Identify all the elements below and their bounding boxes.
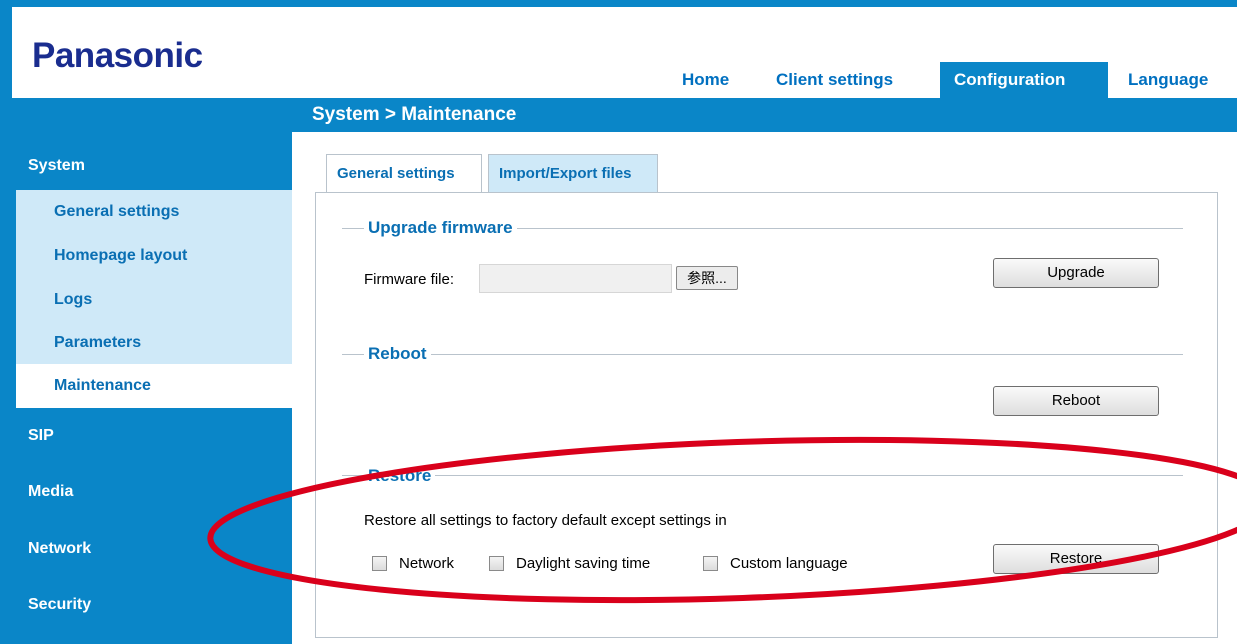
sidebar-subitem-parameters[interactable]: Parameters bbox=[12, 321, 292, 365]
sidebar-item-media[interactable]: Media bbox=[12, 464, 292, 520]
tab-general-settings[interactable]: General settings bbox=[326, 154, 482, 192]
network-checkbox-label: Network bbox=[399, 555, 455, 572]
nav-client-settings[interactable]: Client settings bbox=[762, 62, 907, 98]
restore-button[interactable]: Restore bbox=[993, 544, 1159, 574]
header-bar bbox=[12, 98, 1237, 132]
upgrade-button[interactable]: Upgrade bbox=[993, 258, 1159, 288]
sidebar-subitem-general-settings[interactable]: General settings bbox=[12, 190, 292, 234]
restore-divider bbox=[342, 475, 1183, 476]
network-checkbox[interactable] bbox=[372, 556, 387, 571]
daylight-saving-checkbox-label: Daylight saving time bbox=[516, 555, 651, 572]
left-border bbox=[0, 0, 12, 644]
sidebar-item-system[interactable]: System bbox=[12, 138, 292, 194]
nav-configuration[interactable]: Configuration bbox=[940, 62, 1108, 98]
panasonic-logo: Panasonic bbox=[32, 36, 203, 75]
sidebar-left-strip bbox=[12, 190, 16, 408]
nav-home[interactable]: Home bbox=[668, 62, 743, 98]
restore-description: Restore all settings to factory default … bbox=[364, 512, 727, 529]
custom-language-checkbox-label: Custom language bbox=[730, 555, 848, 572]
breadcrumb: System > Maintenance bbox=[312, 104, 517, 125]
sidebar-item-security[interactable]: Security bbox=[12, 577, 292, 633]
firmware-file-label: Firmware file: bbox=[364, 271, 455, 288]
daylight-saving-checkbox[interactable] bbox=[489, 556, 504, 571]
restore-section-title: Restore bbox=[364, 466, 436, 486]
sidebar-subitem-maintenance[interactable]: Maintenance bbox=[12, 364, 292, 408]
sidebar-item-network[interactable]: Network bbox=[12, 521, 292, 577]
reboot-section-title: Reboot bbox=[364, 344, 431, 364]
tab-import-export-files[interactable]: Import/Export files bbox=[488, 154, 658, 192]
sidebar-subitem-homepage-layout[interactable]: Homepage layout bbox=[12, 234, 292, 278]
reboot-divider bbox=[342, 354, 1183, 355]
sidebar-item-sip[interactable]: SIP bbox=[12, 408, 292, 464]
custom-language-checkbox[interactable] bbox=[703, 556, 718, 571]
firmware-file-input[interactable] bbox=[479, 264, 672, 293]
sidebar-subitem-logs[interactable]: Logs bbox=[12, 278, 292, 322]
top-border bbox=[0, 0, 1237, 7]
upgrade-section-title: Upgrade firmware bbox=[364, 218, 517, 238]
browse-button[interactable]: 参照... bbox=[676, 266, 738, 290]
reboot-button[interactable]: Reboot bbox=[993, 386, 1159, 416]
nav-language[interactable]: Language bbox=[1114, 62, 1222, 98]
